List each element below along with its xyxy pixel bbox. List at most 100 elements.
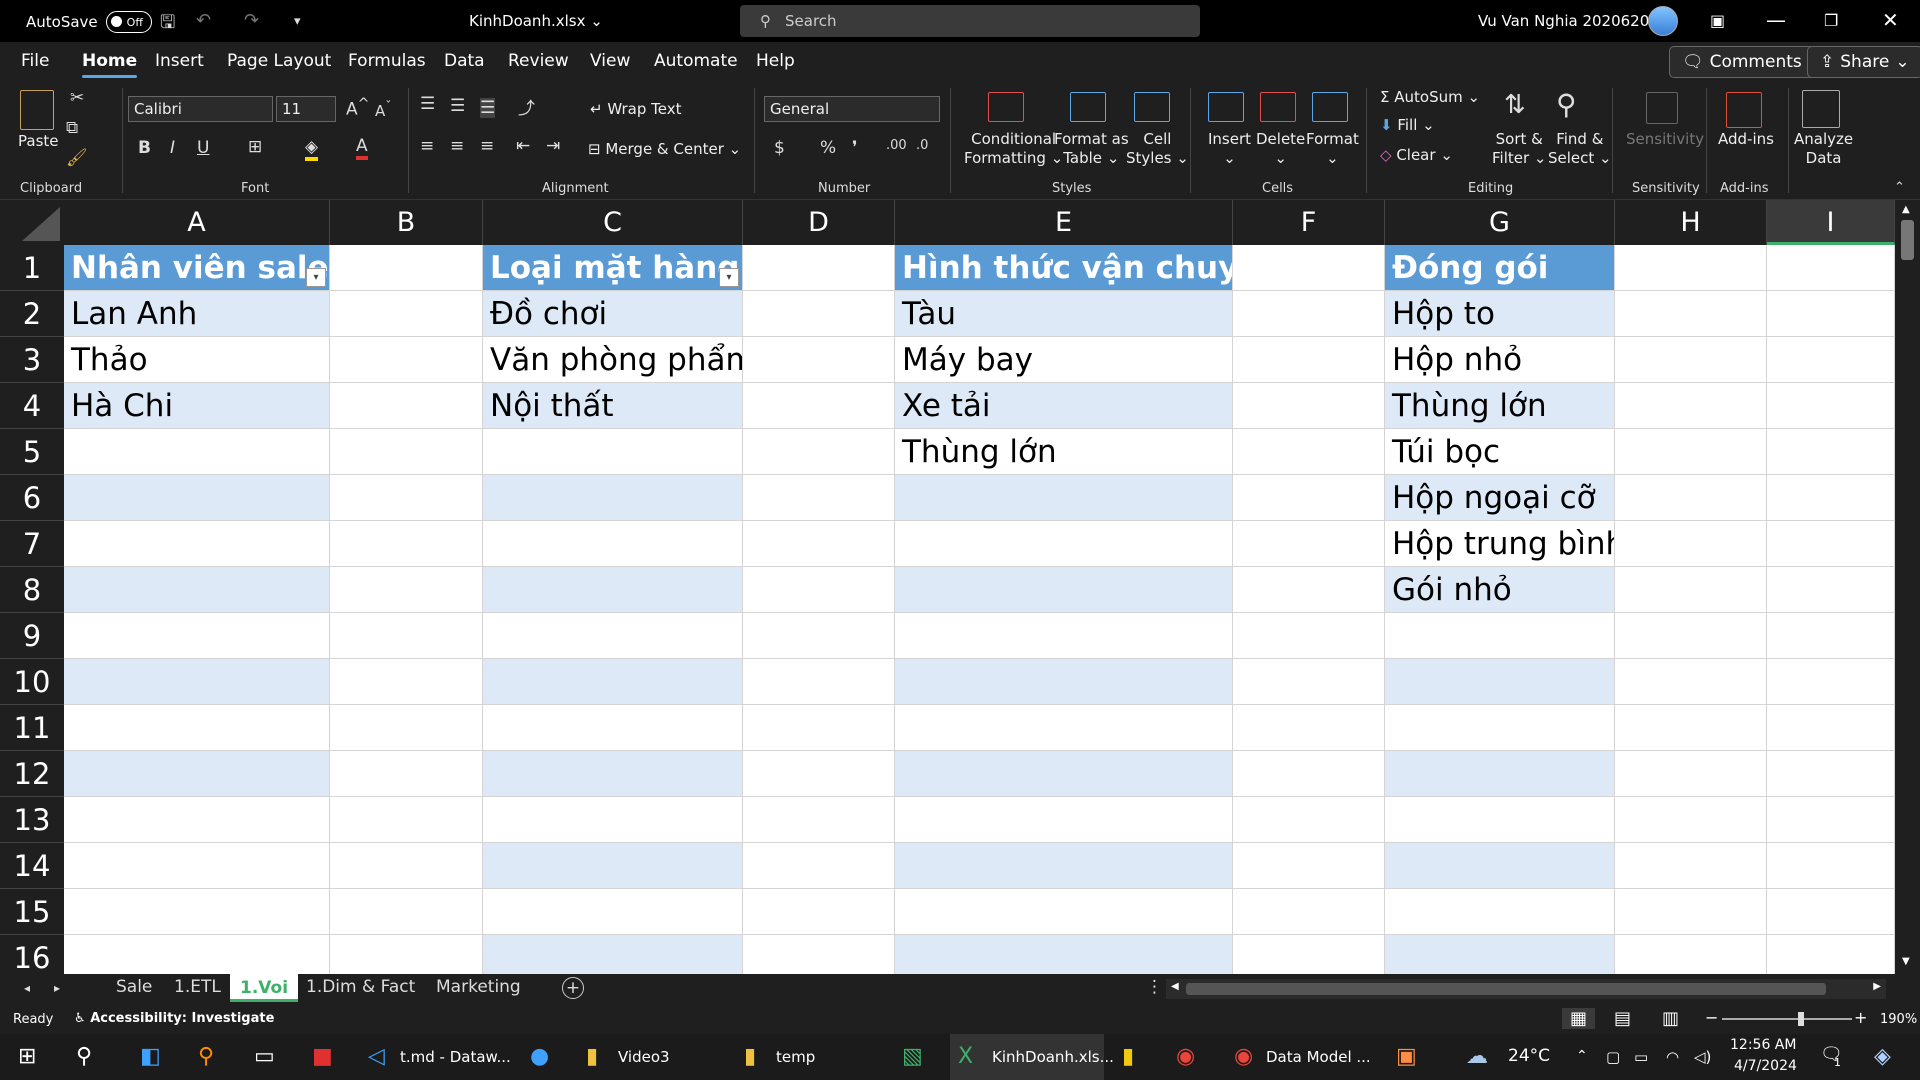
decrease-indent-icon[interactable]: ⇤ [516,136,530,156]
table-cell[interactable]: Xe tải [895,383,1233,429]
column-header-c[interactable]: C [483,200,743,245]
autosave-toggle[interactable]: Off [105,11,152,33]
format-painter-icon[interactable]: 🖌 [66,148,88,168]
cell[interactable] [64,935,330,974]
cell[interactable] [330,291,483,337]
taskbar-item-kinhdoanh[interactable]: KinhDoanh.xls... [992,1048,1114,1066]
clock-time[interactable]: 12:56 AM [1730,1037,1796,1053]
cell[interactable] [1767,475,1895,521]
cell[interactable] [1615,429,1767,475]
sheet-tab-voi[interactable]: 1.Voi [230,974,299,1002]
row-header[interactable]: 14 [0,843,64,889]
cell[interactable] [1233,383,1385,429]
cell[interactable] [1233,429,1385,475]
cell[interactable] [330,521,483,567]
taskbar-item-video3[interactable]: Video3 [618,1048,670,1066]
folder-icon[interactable]: ▮ [586,1044,598,1069]
terminal-icon[interactable]: ▭ [254,1044,275,1069]
format-as-table-button[interactable]: Format as Table ⌄ [1054,130,1129,168]
cell[interactable] [743,659,895,705]
cell[interactable] [743,935,895,974]
column-header-g[interactable]: G [1385,200,1615,245]
cell[interactable] [330,659,483,705]
table-cell[interactable] [64,751,330,797]
cell[interactable] [1615,521,1767,567]
scroll-up-icon[interactable]: ▲ [1902,204,1910,215]
user-name[interactable]: Vu Van Nghia 20206205 [1478,12,1659,30]
battery-icon[interactable]: ▭ [1634,1048,1648,1066]
cell[interactable] [330,245,483,291]
taskbar-item-tmd[interactable]: t.md - Dataw... [400,1048,511,1066]
comments-button[interactable]: 🗨 Comments [1669,46,1815,78]
column-header-d[interactable]: D [743,200,895,245]
table-cell[interactable]: Thùng lớn [1385,383,1615,429]
cell[interactable] [1233,245,1385,291]
table-cell[interactable] [483,889,743,935]
table-cell[interactable] [64,429,330,475]
cell[interactable] [1233,613,1385,659]
row-header[interactable]: 1 [0,245,64,291]
app-red-icon[interactable]: ■ [312,1044,333,1069]
comma-icon[interactable]: ❜ [852,138,857,158]
cell[interactable] [743,245,895,291]
cell[interactable] [1767,659,1895,705]
font-name-select[interactable]: Calibri [128,96,273,122]
cell[interactable] [1767,797,1895,843]
cell[interactable] [1233,567,1385,613]
sheet-tab-etl[interactable]: 1.ETL [174,977,221,997]
ribbon-display-icon[interactable]: ▣ [1710,11,1725,30]
wrap-text-button[interactable]: ↵ Wrap Text [590,100,682,119]
table-cell[interactable]: Hộp to [1385,291,1615,337]
table-cell[interactable] [483,751,743,797]
column-header-h[interactable]: H [1615,200,1767,245]
normal-view-icon[interactable]: ▦ [1562,1008,1596,1029]
cell[interactable] [1767,935,1895,974]
zoom-slider-thumb[interactable] [1798,1012,1804,1026]
copilot-icon[interactable]: ◈ [1874,1044,1891,1069]
sheet-tab-marketing[interactable]: Marketing [436,977,521,997]
column-header-i[interactable]: I [1767,200,1895,245]
paste-icon[interactable] [20,90,54,130]
increase-decimal-icon[interactable]: .00 [886,138,907,153]
table-cell[interactable] [895,613,1233,659]
chevron-up-icon[interactable]: ⌃ [1576,1048,1588,1064]
table-cell[interactable] [483,797,743,843]
page-layout-view-icon[interactable]: ▤ [1614,1008,1631,1029]
underline-icon[interactable]: U [197,138,209,158]
percent-icon[interactable]: % [820,138,836,158]
increase-font-icon[interactable]: A^ [346,96,370,120]
chrome-icon[interactable]: ◉ [1176,1044,1195,1069]
cell[interactable] [330,613,483,659]
align-center-icon[interactable]: ≡ [450,136,464,156]
cell[interactable] [330,337,483,383]
align-bottom-icon[interactable]: ☰ [480,98,496,118]
zoom-slider[interactable] [1722,1012,1852,1026]
autosum-button[interactable]: Σ AutoSum ⌄ [1380,88,1480,107]
sort-filter-button[interactable]: Sort & Filter ⌄ [1492,130,1547,168]
table-header-cell[interactable]: Hình thức vận chuyển [895,245,1233,291]
cell[interactable] [743,567,895,613]
app-icon[interactable]: ▧ [902,1044,923,1069]
cell[interactable] [743,475,895,521]
windows-start-icon[interactable]: ⊞ [18,1044,36,1069]
table-cell[interactable] [483,521,743,567]
align-top-icon[interactable]: ☰ [420,94,435,114]
table-cell[interactable] [483,429,743,475]
tab-page-layout[interactable]: Page Layout [227,51,331,71]
cell[interactable] [743,889,895,935]
table-cell[interactable] [483,613,743,659]
row-header[interactable]: 16 [0,935,64,974]
table-cell[interactable] [1385,889,1615,935]
filter-dropdown-icon[interactable]: ▾ [719,268,739,287]
table-cell[interactable] [895,843,1233,889]
cell[interactable] [1615,843,1767,889]
cell[interactable] [330,751,483,797]
tab-data[interactable]: Data [444,51,485,71]
tab-splitter-icon[interactable]: ⋮ [1146,977,1163,997]
row-header[interactable]: 15 [0,889,64,935]
cell[interactable] [1767,843,1895,889]
cell[interactable] [1233,337,1385,383]
close-icon[interactable]: ✕ [1882,8,1899,32]
align-middle-icon[interactable]: ☰ [450,96,465,116]
table-cell[interactable] [64,567,330,613]
